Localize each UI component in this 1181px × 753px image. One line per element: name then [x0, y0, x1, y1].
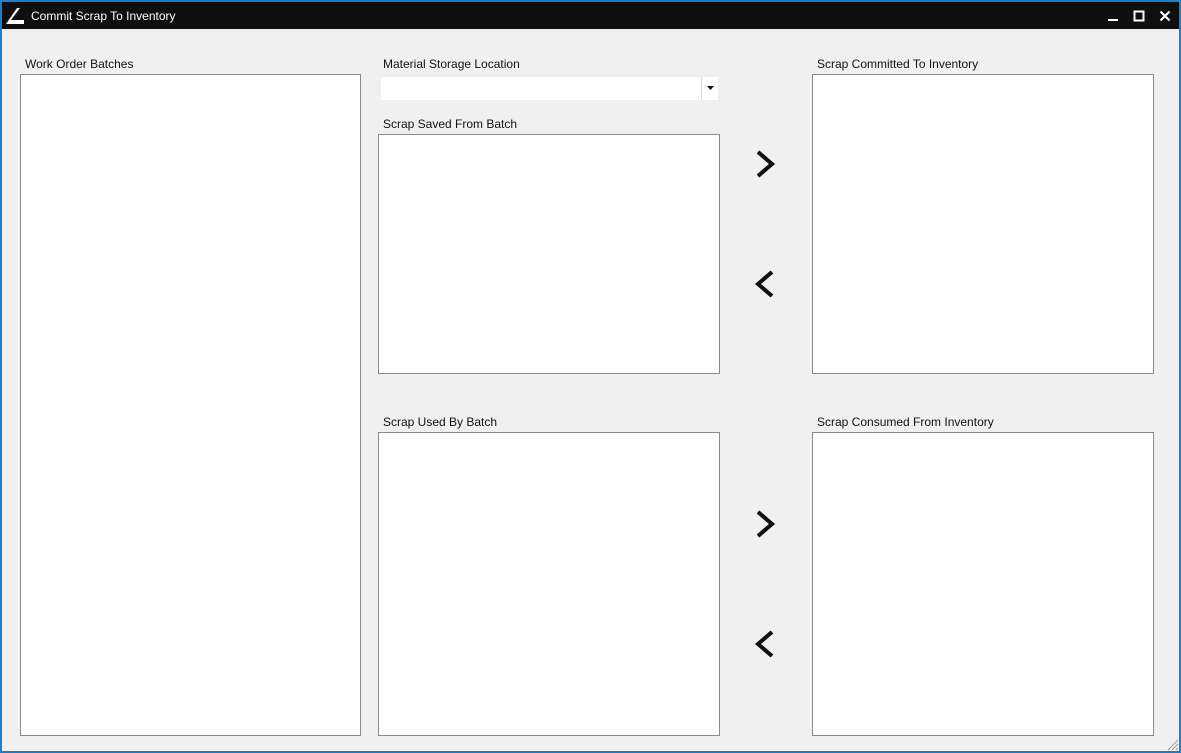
- maximize-button[interactable]: [1129, 6, 1149, 26]
- material-storage-location-dropdown[interactable]: [381, 77, 718, 100]
- minimize-icon: [1108, 19, 1118, 21]
- title-bar[interactable]: Commit Scrap To Inventory: [2, 2, 1179, 29]
- remove-from-committed-button[interactable]: [752, 264, 780, 304]
- chevron-left-icon: [754, 270, 774, 298]
- work-order-batches-label: Work Order Batches: [25, 57, 134, 71]
- scrap-committed-to-inventory-list[interactable]: [812, 74, 1154, 374]
- maximize-icon: [1133, 10, 1145, 22]
- caret-down-icon: [707, 86, 714, 90]
- chevron-right-icon: [756, 150, 776, 178]
- material-storage-location-label: Material Storage Location: [383, 57, 520, 71]
- minimize-button[interactable]: [1103, 6, 1123, 26]
- commit-to-inventory-button[interactable]: [752, 144, 780, 184]
- app-window: Commit Scrap To Inventory Work Order Bat…: [0, 0, 1181, 753]
- scrap-consumed-from-inventory-label: Scrap Consumed From Inventory: [817, 415, 994, 429]
- consume-from-inventory-button[interactable]: [752, 504, 780, 544]
- window-title: Commit Scrap To Inventory: [31, 9, 176, 23]
- work-order-batches-list[interactable]: [20, 74, 361, 736]
- remove-from-consumed-button[interactable]: [752, 624, 780, 664]
- chevron-right-icon: [756, 510, 776, 538]
- scrap-used-by-batch-list[interactable]: [378, 432, 720, 736]
- close-icon: [1159, 10, 1171, 22]
- scrap-consumed-from-inventory-list[interactable]: [812, 432, 1154, 736]
- close-button[interactable]: [1155, 6, 1175, 26]
- scrap-saved-from-batch-label: Scrap Saved From Batch: [383, 117, 518, 131]
- chevron-left-icon: [754, 630, 774, 658]
- resize-grip-icon[interactable]: [1163, 735, 1179, 751]
- scrap-committed-to-inventory-label: Scrap Committed To Inventory: [817, 57, 979, 71]
- dropdown-toggle[interactable]: [701, 77, 718, 100]
- app-logo-icon: [6, 8, 24, 24]
- scrap-used-by-batch-label: Scrap Used By Batch: [383, 415, 498, 429]
- scrap-saved-from-batch-list[interactable]: [378, 134, 720, 374]
